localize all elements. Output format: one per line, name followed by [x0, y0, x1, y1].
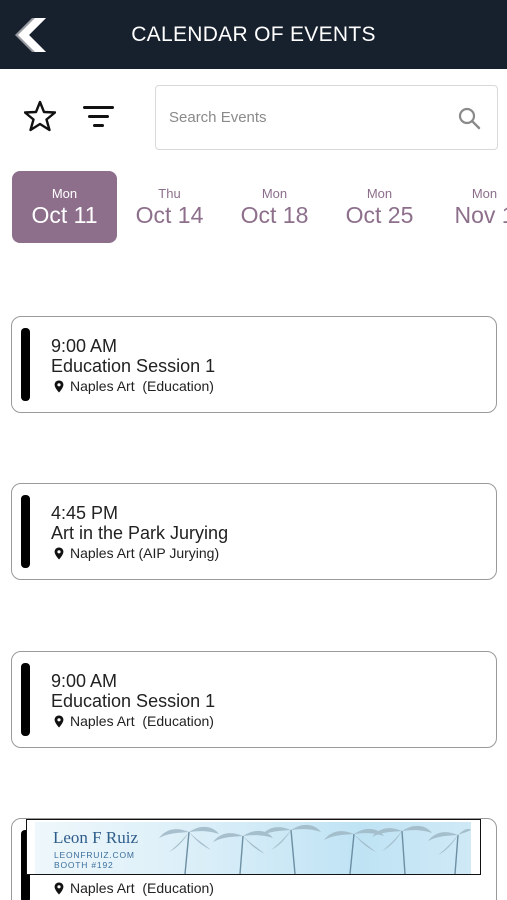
date-label: Nov 1 [454, 202, 507, 228]
date-weekday: Thu [158, 186, 181, 201]
sponsor-banner-image: Leon F Ruiz LEONFRUIZ.COM BOOTH #192 [35, 822, 471, 874]
event-category-bar [21, 328, 30, 401]
sponsor-booth: BOOTH #192 [54, 860, 114, 870]
star-outline-icon [23, 100, 57, 132]
favorites-button[interactable] [23, 100, 57, 132]
date-weekday: Mon [51, 186, 78, 201]
date-weekday: Mon [261, 186, 288, 201]
date-pill[interactable]: Mon Oct 11 [12, 171, 117, 243]
event-location-text: Naples Art (Education) [70, 713, 214, 729]
date-weekday: Mon [366, 186, 393, 201]
event-card[interactable]: 9:00 AM Education Session 1 Naples Art (… [11, 316, 497, 413]
top-app-bar: CALENDAR OF EVENTS [0, 0, 507, 69]
date-label: Oct 25 [345, 202, 414, 228]
date-label: Oct 14 [135, 202, 204, 228]
event-category-bar [21, 663, 30, 736]
date-pill[interactable]: Thu Oct 14 [117, 171, 222, 243]
event-time: 9:00 AM [51, 671, 118, 691]
search-box [155, 85, 498, 150]
map-pin-icon [54, 715, 64, 727]
map-pin-icon [54, 547, 64, 559]
event-location: Naples Art (Education) [54, 713, 214, 729]
map-pin-icon [54, 380, 64, 392]
date-label: Oct 18 [240, 202, 309, 228]
event-location: Naples Art (AIP Jurying) [54, 545, 219, 561]
event-title: Education Session 1 [51, 691, 216, 711]
filter-lines-icon [83, 106, 114, 127]
event-card[interactable]: 4:45 PM Art in the Park Jurying Naples A… [11, 483, 497, 580]
event-location-text: Naples Art (AIP Jurying) [70, 545, 220, 561]
sponsor-name: Leon F Ruiz [53, 828, 138, 847]
date-weekday: Mon [471, 186, 498, 201]
event-title: Education Session 1 [51, 356, 216, 376]
event-location: Naples Art (Education) [54, 378, 214, 394]
map-pin-icon [54, 882, 64, 894]
event-title: Art in the Park Jurying [51, 523, 229, 543]
event-location-text: Naples Art (Education) [70, 880, 214, 896]
date-label: Oct 11 [31, 202, 98, 228]
page-title: CALENDAR OF EVENTS [131, 23, 376, 46]
filter-button[interactable] [82, 104, 116, 130]
event-time: 4:45 PM [51, 503, 119, 523]
event-time: 9:00 AM [51, 336, 118, 356]
date-pill[interactable]: Mon Oct 25 [327, 171, 432, 243]
event-location: Naples Art (Education) [54, 880, 214, 896]
date-pill[interactable]: Mon Oct 18 [222, 171, 327, 243]
sponsor-website: LEONFRUIZ.COM [54, 850, 135, 860]
date-pill[interactable]: Mon Nov 1 [432, 171, 507, 243]
palm-trees-illustration [159, 824, 471, 874]
event-card[interactable]: 9:00 AM Education Session 1 Naples Art (… [11, 651, 497, 748]
sponsor-banner[interactable]: Leon F Ruiz LEONFRUIZ.COM BOOTH #192 [26, 819, 481, 875]
date-strip[interactable]: Mon Oct 11 Thu Oct 14 Mon Oct 18 Mon Oct… [0, 170, 507, 245]
toolbar [0, 69, 507, 159]
event-category-bar [21, 495, 30, 568]
search-input[interactable] [169, 86, 439, 149]
event-location-text: Naples Art (Education) [70, 378, 214, 394]
search-icon[interactable] [457, 106, 481, 130]
